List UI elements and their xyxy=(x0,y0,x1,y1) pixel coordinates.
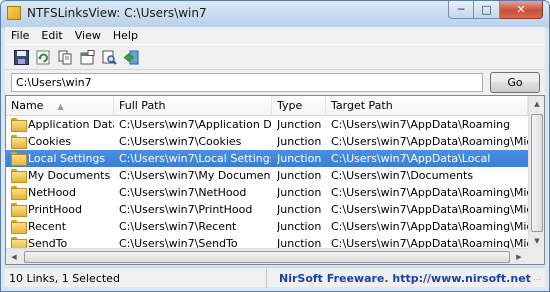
name-cell: PrintHood xyxy=(28,203,83,216)
type-cell: Junction xyxy=(277,118,322,131)
type-cell: Junction xyxy=(277,203,322,216)
close-button[interactable]: ✕ xyxy=(500,1,543,19)
full-path-cell: C:\Users\win7\NetHood xyxy=(119,186,247,199)
save-icon[interactable] xyxy=(13,49,29,65)
scroll-up-icon[interactable]: ▲ xyxy=(529,96,544,112)
name-cell: Local Settings xyxy=(28,152,106,165)
window-title: NTFSLinksView: C:\Users\win7 xyxy=(27,6,207,20)
target-path-cell: C:\Users\win7\AppData\Roaming xyxy=(331,118,511,131)
toolbar xyxy=(5,44,545,70)
table-row[interactable]: My Documents C:\Users\win7\My Documents Ju… xyxy=(6,167,528,184)
target-path-cell: C:\Users\win7\Documents xyxy=(331,169,474,182)
target-path-cell: C:\Users\win7\AppData\Roaming\Microsoft xyxy=(331,203,528,216)
path-input[interactable] xyxy=(11,73,483,92)
status-bar: 10 Links, 1 Selected NirSoft Freeware. h… xyxy=(5,267,545,288)
type-cell: Junction xyxy=(277,152,322,165)
app-icon xyxy=(7,6,21,20)
target-path-cell: C:\Users\win7\AppData\Roaming\Microsoft xyxy=(331,135,528,148)
type-cell: Junction xyxy=(277,220,322,233)
menu-view[interactable]: View xyxy=(69,29,107,42)
copy-icon[interactable] xyxy=(57,49,73,65)
folder-icon xyxy=(11,186,27,200)
sort-arrow-icon: ▲ xyxy=(57,102,64,111)
menu-help[interactable]: Help xyxy=(107,29,144,42)
table-row[interactable]: Local Settings C:\Users\win7\Local Settin… xyxy=(6,150,528,167)
name-cell: NetHood xyxy=(28,186,77,199)
app-window: NTFSLinksView: C:\Users\win7 ─ □ ✕ File … xyxy=(0,0,550,292)
scroll-right-icon[interactable]: ▶ xyxy=(511,249,527,264)
folder-icon xyxy=(11,152,27,166)
table-row[interactable]: Recent C:\Users\win7\Recent Junction C:\Use… xyxy=(6,218,528,235)
folder-icon xyxy=(11,169,27,183)
refresh-icon[interactable] xyxy=(35,49,51,65)
find-icon[interactable] xyxy=(101,49,117,65)
resize-grip-icon[interactable]: ⋯ xyxy=(533,275,543,285)
title-bar[interactable]: NTFSLinksView: C:\Users\win7 ─ □ ✕ xyxy=(1,1,549,25)
name-cell: Recent xyxy=(28,220,67,233)
column-header-name[interactable]: Name ▲ xyxy=(6,96,114,116)
scroll-left-icon[interactable]: ◀ xyxy=(6,249,22,264)
list-rows: Application Data C:\Users\win7\Applicatio… xyxy=(6,116,528,252)
minimize-button[interactable]: ─ xyxy=(448,1,474,19)
vertical-scrollbar[interactable]: ▲ ▼ xyxy=(528,96,544,252)
column-header-target-path[interactable]: Target Path xyxy=(326,96,528,116)
type-cell: Junction xyxy=(277,169,322,182)
full-path-cell: C:\Users\win7\PrintHood xyxy=(119,203,253,216)
column-header-label: Name xyxy=(11,99,44,112)
scroll-down-icon[interactable]: ▼ xyxy=(529,233,544,249)
full-path-cell: C:\Users\win7\Application Data xyxy=(119,118,271,131)
folder-icon xyxy=(11,118,27,132)
name-cell: Application Data xyxy=(28,118,114,131)
full-path-cell: C:\Users\win7\My Documents xyxy=(119,169,271,182)
go-button[interactable]: Go xyxy=(490,72,540,93)
name-cell: My Documents xyxy=(28,169,111,182)
table-row[interactable]: NetHood C:\Users\win7\NetHood Junction C:\U… xyxy=(6,184,528,201)
table-row[interactable]: Cookies C:\Users\win7\Cookies Junction C:\U… xyxy=(6,133,528,150)
maximize-button[interactable]: □ xyxy=(474,1,500,19)
exit-icon[interactable] xyxy=(123,49,139,65)
table-row[interactable]: PrintHood C:\Users\win7\PrintHood Junction… xyxy=(6,201,528,218)
vertical-scroll-thumb[interactable] xyxy=(531,114,543,232)
menu-file[interactable]: File xyxy=(5,29,35,42)
column-header-full-path[interactable]: Full Path xyxy=(114,96,272,116)
name-cell: Cookies xyxy=(28,135,72,148)
caption-buttons: ─ □ ✕ xyxy=(448,1,543,19)
path-row: Go xyxy=(5,70,545,95)
scrollbar-corner xyxy=(528,248,544,264)
horizontal-scroll-thumb[interactable] xyxy=(24,251,510,263)
folder-icon xyxy=(11,220,27,234)
horizontal-scrollbar[interactable]: ◀ ▶ xyxy=(6,248,528,264)
folder-icon xyxy=(11,135,27,149)
properties-icon[interactable] xyxy=(79,49,95,65)
folder-icon xyxy=(11,203,27,217)
list-header: Name ▲ Full Path Type Target Path xyxy=(6,96,528,116)
target-path-cell: C:\Users\win7\AppData\Roaming\Microsoft xyxy=(331,186,528,199)
menu-bar: File Edit View Help xyxy=(5,27,545,44)
links-list[interactable]: Name ▲ Full Path Type Target Path Applica… xyxy=(5,95,545,265)
table-row[interactable]: Application Data C:\Users\win7\Applicatio… xyxy=(6,116,528,133)
type-cell: Junction xyxy=(277,186,322,199)
full-path-cell: C:\Users\win7\Local Settings xyxy=(119,152,271,165)
full-path-cell: C:\Users\win7\Cookies xyxy=(119,135,242,148)
type-cell: Junction xyxy=(277,135,322,148)
full-path-cell: C:\Users\win7\Recent xyxy=(119,220,237,233)
column-header-type[interactable]: Type xyxy=(272,96,326,116)
status-count: 10 Links, 1 Selected xyxy=(5,268,267,288)
nirsoft-link[interactable]: NirSoft Freeware. http://www.nirsoft.net xyxy=(275,268,535,288)
menu-edit[interactable]: Edit xyxy=(35,29,68,42)
target-path-cell: C:\Users\win7\AppData\Roaming\Microsoft xyxy=(331,220,528,233)
target-path-cell: C:\Users\win7\AppData\Local xyxy=(331,152,491,165)
